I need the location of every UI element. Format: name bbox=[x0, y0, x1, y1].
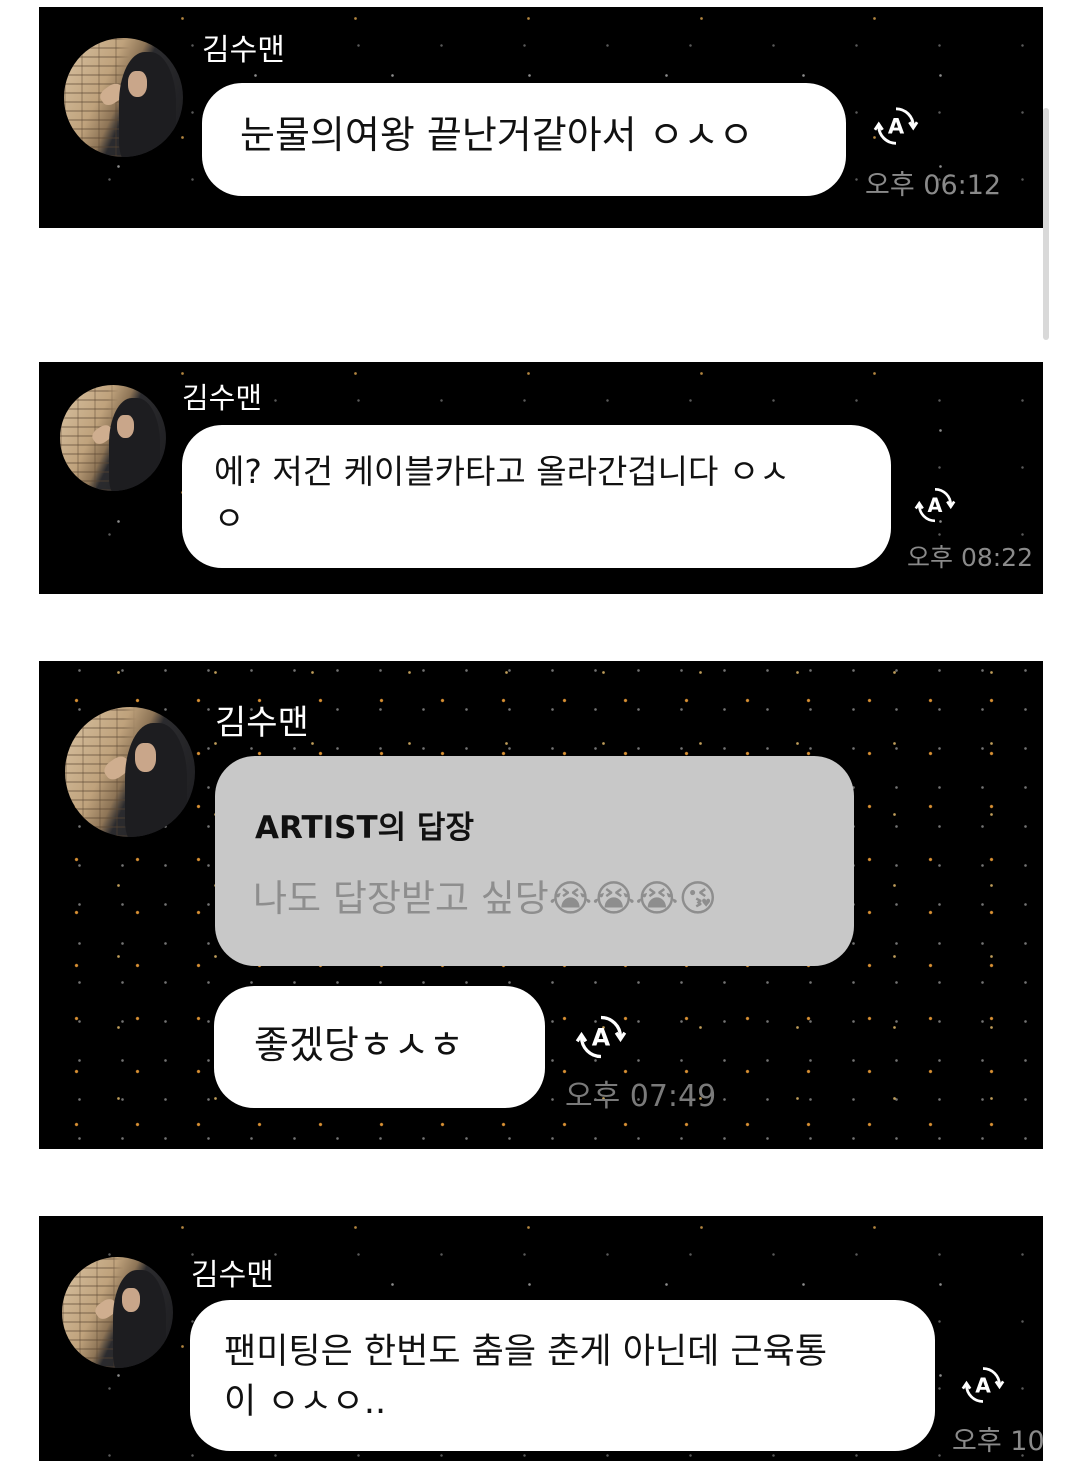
chat-screenshot-collage: 김수맨 눈물의여왕 끝난거같아서 ㅇㅅㅇ A 오후 06:12 김수맨 에? 저… bbox=[0, 0, 1080, 1481]
svg-text:A: A bbox=[928, 494, 943, 517]
message-panel-2: 김수맨 에? 저건 케이블카타고 올라간겁니다 ㅇㅅ ㅇ A 오후 08:22 bbox=[39, 362, 1043, 594]
reply-title: ARTIST의 답장 bbox=[255, 810, 474, 846]
avatar[interactable] bbox=[64, 38, 183, 157]
auto-translate-icon[interactable]: A bbox=[575, 1011, 627, 1063]
auto-translate-icon[interactable]: A bbox=[873, 103, 919, 149]
message-bubble[interactable]: 에? 저건 케이블카타고 올라간겁니다 ㅇㅅ ㅇ bbox=[182, 425, 891, 568]
svg-text:A: A bbox=[592, 1024, 611, 1052]
reply-preview-card[interactable]: ARTIST의 답장 나도 답장받고 싶당😭😭😭😘 bbox=[215, 756, 854, 966]
svg-text:A: A bbox=[975, 1373, 991, 1397]
svg-text:A: A bbox=[888, 114, 905, 139]
sender-name: 김수맨 bbox=[182, 381, 263, 415]
message-time: 오후 08:22 bbox=[907, 543, 1033, 572]
reply-text: 나도 답장받고 싶당😭😭😭😘 bbox=[253, 877, 718, 920]
avatar[interactable] bbox=[65, 707, 195, 837]
avatar[interactable] bbox=[62, 1257, 173, 1368]
auto-translate-icon[interactable]: A bbox=[914, 484, 956, 526]
message-panel-3: 김수맨 ARTIST의 답장 나도 답장받고 싶당😭😭😭😘 좋겠당ㅎㅅㅎ A 오… bbox=[39, 661, 1043, 1149]
sender-name: 김수맨 bbox=[191, 1258, 274, 1293]
sender-name: 김수맨 bbox=[202, 33, 285, 68]
message-time: 오후 10 bbox=[952, 1426, 1043, 1457]
message-text-line: 에? 저건 케이블카타고 올라간겁니다 ㅇㅅ bbox=[214, 452, 790, 491]
message-bubble[interactable]: 눈물의여왕 끝난거같아서 ㅇㅅㅇ bbox=[202, 83, 846, 196]
message-text: 좋겠당ㅎㅅㅎ bbox=[254, 1023, 464, 1067]
scrollbar[interactable] bbox=[1043, 108, 1049, 340]
message-text-line: 팬미팅은 한번도 춤을 춘게 아닌데 근육통 bbox=[224, 1332, 828, 1372]
message-panel-1: 김수맨 눈물의여왕 끝난거같아서 ㅇㅅㅇ A 오후 06:12 bbox=[39, 7, 1043, 228]
message-text-line: ㅇ bbox=[214, 498, 245, 538]
message-time: 오후 06:12 bbox=[865, 170, 1002, 201]
message-bubble[interactable]: 팬미팅은 한번도 춤을 춘게 아닌데 근육통 이 ㅇㅅㅇ.. bbox=[190, 1300, 935, 1451]
message-text-line: 이 ㅇㅅㅇ.. bbox=[224, 1381, 387, 1422]
message-text: 눈물의여왕 끝난거같아서 ㅇㅅㅇ bbox=[240, 113, 754, 157]
avatar[interactable] bbox=[60, 385, 166, 491]
message-time: 오후 07:49 bbox=[565, 1079, 717, 1114]
sender-name: 김수맨 bbox=[215, 703, 309, 743]
auto-translate-icon[interactable]: A bbox=[961, 1363, 1005, 1407]
message-panel-4: 김수맨 팬미팅은 한번도 춤을 춘게 아닌데 근육통 이 ㅇㅅㅇ.. A 오후 … bbox=[39, 1216, 1043, 1461]
message-bubble[interactable]: 좋겠당ㅎㅅㅎ bbox=[214, 986, 545, 1108]
